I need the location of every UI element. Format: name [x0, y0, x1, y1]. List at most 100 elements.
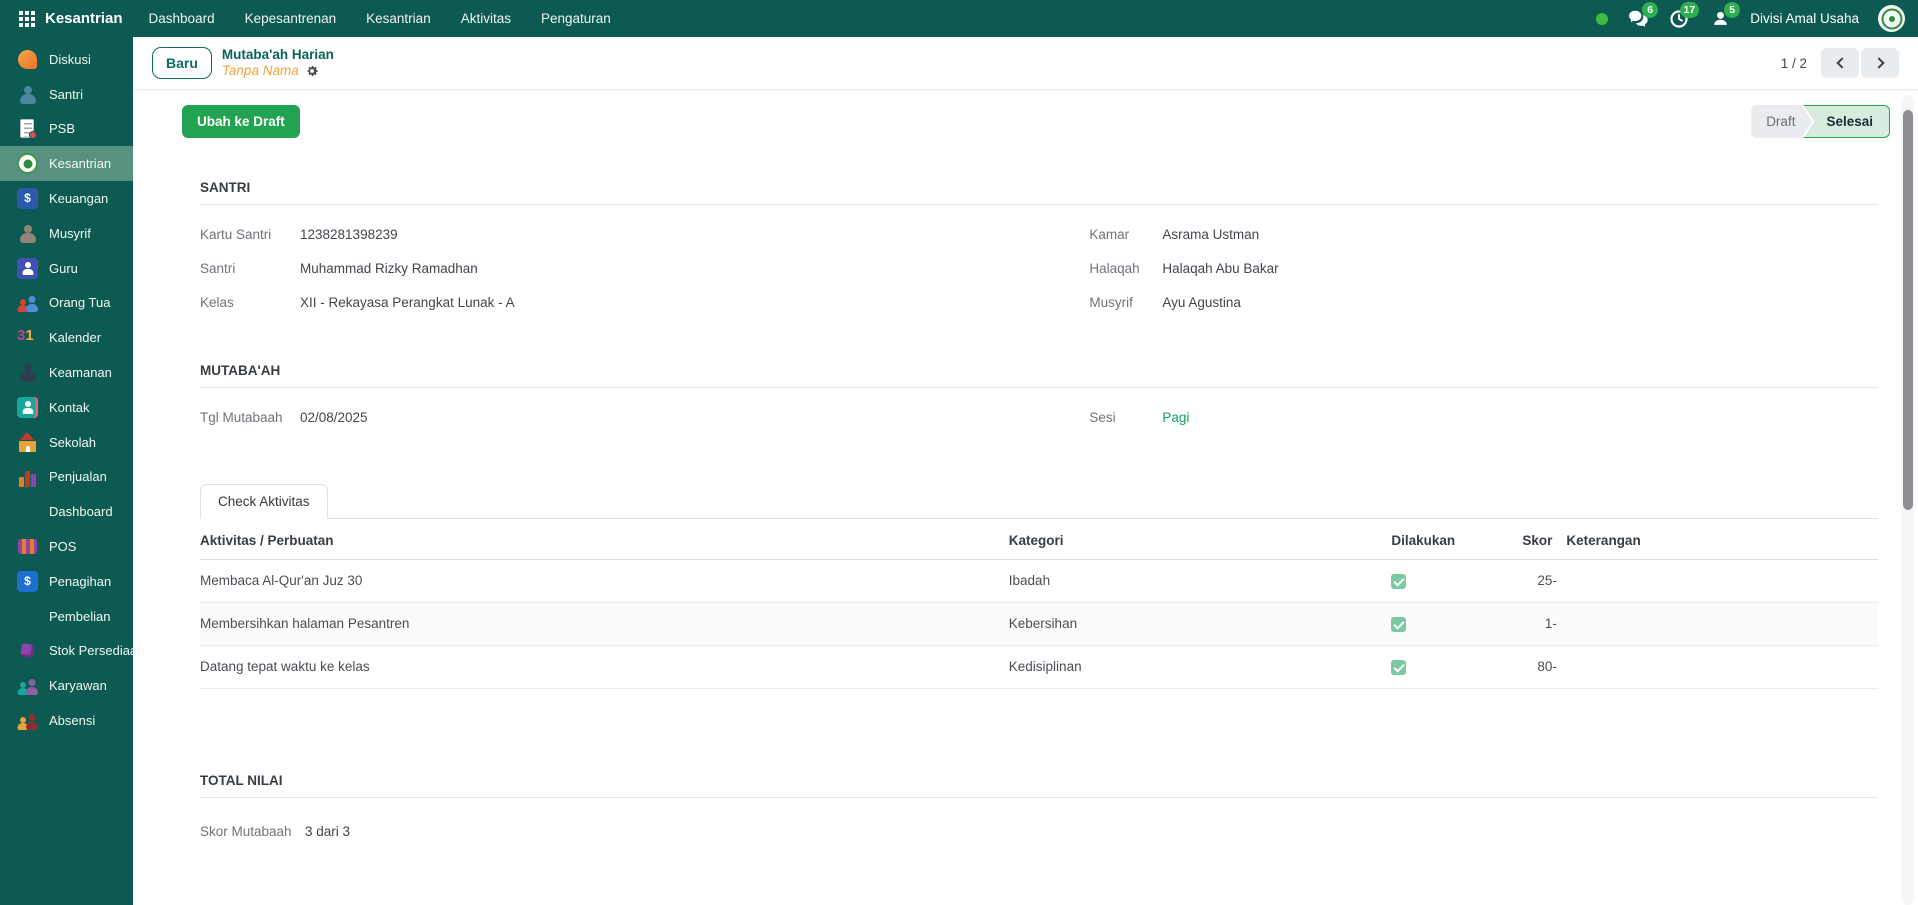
table-row[interactable]: Membaca Al-Qur'an Juz 30 Ibadah 25 -: [200, 559, 1878, 603]
sidebar-item-kesantrian[interactable]: Kesantrian: [0, 146, 133, 182]
sidebar-item-sekolah[interactable]: Sekolah: [0, 425, 133, 460]
sidebar-item-keamanan[interactable]: Keamanan: [0, 355, 133, 390]
keamanan-icon: [17, 362, 38, 383]
sidebar-item-label: Penagihan: [49, 573, 112, 589]
avatar[interactable]: [1878, 5, 1905, 32]
sidebar-item-guru[interactable]: Guru: [0, 251, 133, 286]
sidebar-item-label: Karyawan: [49, 678, 107, 694]
requests-user-icon[interactable]: 5: [1709, 1, 1741, 30]
sidebar-item-santri[interactable]: Santri: [0, 77, 133, 112]
sidebar-item-kontak[interactable]: Kontak: [0, 390, 133, 425]
breadcrumb: Mutaba'ah Harian Tanpa Nama: [222, 47, 334, 79]
sidebar-item-musyrif[interactable]: Musyrif: [0, 216, 133, 251]
pager-prev-button[interactable]: [1821, 48, 1859, 78]
field-value: 3 dari 3: [305, 823, 351, 839]
menu-pengaturan[interactable]: Pengaturan: [541, 11, 611, 26]
col-header-keterangan[interactable]: Keterangan: [1552, 519, 1878, 560]
karyawan-icon: [17, 675, 38, 696]
table-row[interactable]: Datang tepat waktu ke kelas Kedisiplinan…: [200, 645, 1878, 689]
set-to-draft-button[interactable]: Ubah ke Draft: [182, 105, 300, 138]
field-kartu-santri: Kartu Santri 1238281398239: [200, 227, 1089, 242]
menu-kepesantrenan[interactable]: Kepesantrenan: [245, 11, 337, 26]
cell-kategori: Ibadah: [1008, 559, 1392, 603]
cell-aktivitas: Datang tepat waktu ke kelas: [200, 645, 1009, 689]
menu-dashboard[interactable]: Dashboard: [149, 11, 215, 26]
activities-badge: 17: [1679, 1, 1700, 18]
sidebar-item-keuangan[interactable]: $ Keuangan: [0, 181, 133, 216]
sidebar-item-orang-tua[interactable]: Orang Tua: [0, 286, 133, 321]
field-value: 1238281398239: [300, 227, 398, 242]
stok-persediaan-icon: [17, 640, 38, 661]
sidebar-item-stok-persediaan[interactable]: Stok Persediaan: [0, 634, 144, 669]
sidebar-item-pembelian[interactable]: Pembelian: [0, 599, 133, 634]
record-name: Tanpa Nama: [221, 63, 299, 78]
sidebar-item-label: Guru: [49, 260, 78, 276]
new-button[interactable]: Baru: [152, 47, 212, 79]
dashboard-icon: [17, 501, 38, 522]
dilakukan-checkbox[interactable]: [1391, 659, 1407, 675]
cell-keterangan: -: [1552, 645, 1878, 689]
tab-strip: Check Aktivitas: [200, 484, 1878, 519]
absensi-icon: [17, 710, 38, 731]
sidebar-item-karyawan[interactable]: Karyawan: [0, 668, 133, 703]
pager: 1 / 2: [1781, 48, 1899, 78]
sidebar-item-label: Pembelian: [49, 608, 111, 624]
col-header-kategori[interactable]: Kategori: [1008, 519, 1392, 560]
penagihan-icon: $: [17, 570, 38, 592]
cell-kategori: Kedisiplinan: [1008, 645, 1392, 689]
sidebar-item-diskusi[interactable]: Diskusi: [0, 42, 133, 77]
scrollbar-track[interactable]: [1901, 95, 1914, 905]
messages-badge: 6: [1642, 1, 1659, 18]
sidebar-item-label: Kalender: [49, 330, 102, 346]
status-step-draft[interactable]: Draft: [1751, 105, 1812, 138]
col-header-skor[interactable]: Skor: [1485, 519, 1553, 560]
keuangan-icon: $: [17, 188, 38, 210]
dilakukan-checkbox[interactable]: [1391, 616, 1407, 632]
table-row[interactable]: Membersihkan halaman Pesantren Kebersiha…: [200, 602, 1878, 646]
cell-keterangan: -: [1552, 559, 1878, 603]
section-title-total-nilai: TOTAL NILAI: [200, 773, 1878, 798]
breadcrumb-title[interactable]: Mutaba'ah Harian: [222, 47, 334, 63]
status-step-selesai[interactable]: Selesai: [1803, 105, 1890, 138]
sidebar-item-kalender[interactable]: 31 Kalender: [0, 320, 133, 355]
menu-kesantrian[interactable]: Kesantrian: [366, 11, 431, 26]
field-label: Santri: [200, 261, 236, 276]
cell-skor: 80: [1485, 645, 1553, 689]
sidebar-item-label: POS: [49, 539, 77, 555]
sidebar-item-label: Stok Persediaan: [49, 643, 145, 659]
sidebar-item-dashboard[interactable]: Dashboard: [0, 494, 133, 529]
activities-clock-icon[interactable]: 17: [1668, 1, 1700, 30]
pager-label: 1 / 2: [1780, 55, 1807, 71]
sidebar-item-pos[interactable]: POS: [0, 529, 133, 564]
musyrif-icon: [17, 223, 38, 244]
user-menu[interactable]: Divisi Amal Usaha: [1750, 11, 1859, 26]
menu-aktivitas[interactable]: Aktivitas: [461, 11, 511, 26]
field-value: Asrama Ustman: [1162, 227, 1260, 242]
sidebar-item-absensi[interactable]: Absensi: [0, 703, 133, 738]
field-value: 02/08/2025: [300, 410, 368, 425]
messages-icon[interactable]: 6: [1627, 1, 1659, 30]
field-label: Musyrif: [1089, 295, 1133, 310]
app-title[interactable]: Kesantrian: [45, 10, 123, 27]
main-menu: Dashboard Kepesantrenan Kesantrian Aktiv…: [149, 11, 611, 26]
apps-grid-icon[interactable]: [19, 10, 35, 27]
field-musyrif: Musyrif Ayu Agustina: [1089, 295, 1878, 310]
field-santri: Santri Muhammad Rizky Ramadhan: [200, 261, 1089, 276]
sidebar-item-psb[interactable]: PSB: [0, 112, 133, 147]
cell-aktivitas: Membaca Al-Qur'an Juz 30: [200, 559, 1009, 603]
col-header-aktivitas[interactable]: Aktivitas / Perbuatan: [200, 519, 1009, 560]
aktivitas-table: Aktivitas / Perbuatan Kategori Dilakukan…: [200, 519, 1878, 689]
sidebar-item-penagihan[interactable]: $ Penagihan: [0, 564, 133, 599]
tab-check-aktivitas[interactable]: Check Aktivitas: [200, 484, 328, 519]
gear-icon[interactable]: [305, 64, 319, 78]
scrollbar-thumb[interactable]: [1902, 110, 1913, 510]
col-header-dilakukan[interactable]: Dilakukan: [1391, 519, 1486, 560]
pager-next-button[interactable]: [1861, 48, 1899, 78]
dilakukan-checkbox[interactable]: [1391, 573, 1407, 589]
sesi-value[interactable]: Pagi: [1162, 410, 1189, 425]
chevron-left-icon: [1835, 57, 1848, 69]
field-value: Halaqah Abu Bakar: [1162, 261, 1279, 276]
sidebar-item-penjualan[interactable]: Penjualan: [0, 460, 133, 495]
cell-skor: 1: [1485, 602, 1553, 646]
field-value: XII - Rekayasa Perangkat Lunak - A: [300, 295, 515, 310]
